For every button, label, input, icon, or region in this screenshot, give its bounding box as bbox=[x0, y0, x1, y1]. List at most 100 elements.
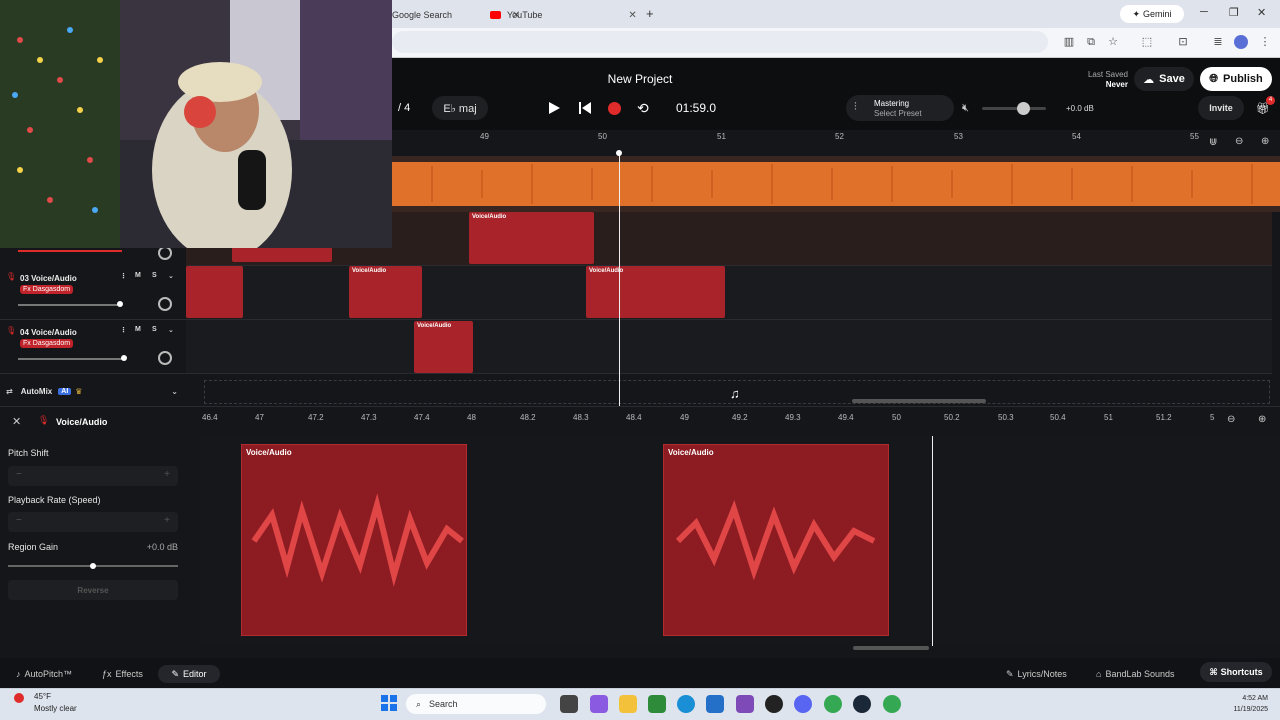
time-signature[interactable]: / 4 bbox=[398, 102, 410, 114]
pan-knob[interactable] bbox=[158, 297, 172, 311]
track-lane-orange[interactable] bbox=[392, 156, 1280, 212]
edge-icon[interactable] bbox=[677, 695, 695, 713]
tab-search-icon[interactable]: ⊡ bbox=[1176, 35, 1190, 49]
add-music-icon[interactable]: ♫ bbox=[730, 386, 740, 401]
play-button[interactable] bbox=[547, 101, 561, 120]
shortcuts-button[interactable]: ⌘ Shortcuts bbox=[1200, 662, 1272, 682]
menu-dots-icon[interactable]: ⋮ bbox=[1258, 35, 1272, 49]
volume-slider[interactable] bbox=[18, 358, 122, 360]
discord-icon[interactable] bbox=[794, 695, 812, 713]
publish-button[interactable]: 🌐︎ Publish bbox=[1200, 67, 1272, 91]
magnet-icon[interactable]: ⋓ bbox=[1209, 137, 1217, 148]
task-view-icon[interactable] bbox=[560, 695, 578, 713]
editor-audio-clip[interactable]: Voice/Audio bbox=[241, 444, 467, 636]
record-button[interactable] bbox=[608, 102, 621, 115]
volume-knob[interactable] bbox=[117, 301, 123, 307]
mute-button[interactable]: M bbox=[135, 326, 141, 333]
chrome-icon[interactable] bbox=[824, 695, 842, 713]
bandlab-sounds-button[interactable]: ⌂ BandLab Sounds bbox=[1096, 665, 1175, 683]
audio-clip[interactable]: Voice/Audio bbox=[414, 321, 473, 373]
minus-icon[interactable]: − bbox=[16, 469, 22, 480]
solitaire-icon[interactable] bbox=[648, 695, 666, 713]
minus-icon[interactable]: − bbox=[16, 515, 22, 526]
pan-knob[interactable] bbox=[158, 246, 172, 260]
region-gain-knob[interactable] bbox=[90, 563, 96, 569]
automix-row[interactable]: ⇄ AutoMix AI ♛ ⌄ bbox=[0, 380, 186, 402]
project-title[interactable]: New Project bbox=[560, 72, 720, 86]
volume-knob[interactable] bbox=[121, 355, 127, 361]
horizontal-scrollbar[interactable] bbox=[852, 399, 986, 403]
track-header-04[interactable]: 🎙︎ 04 Voice/Audio Fx Dasgasdom ⋮ M S ⌄ bbox=[0, 320, 186, 374]
playback-rate-stepper[interactable]: − + bbox=[8, 512, 178, 532]
volume-knob[interactable] bbox=[1017, 102, 1030, 115]
editor-scrollbar[interactable] bbox=[853, 646, 929, 650]
mastering-selector[interactable]: ⫶ Mastering Select Preset bbox=[846, 95, 954, 121]
bookmark-star-icon[interactable]: ☆ bbox=[1106, 35, 1120, 49]
skip-back-button[interactable] bbox=[578, 101, 592, 120]
chrome-icon[interactable] bbox=[883, 695, 901, 713]
extensions-icon[interactable]: ⬚ bbox=[1140, 35, 1154, 49]
editor-ruler[interactable] bbox=[188, 410, 1224, 426]
app-icon[interactable] bbox=[765, 695, 783, 713]
playhead-handle[interactable] bbox=[616, 150, 622, 156]
file-explorer-icon[interactable] bbox=[619, 695, 637, 713]
media-icon[interactable]: ≣ bbox=[1211, 35, 1225, 49]
editor-audio-clip[interactable]: Voice/Audio bbox=[663, 444, 889, 636]
pan-knob[interactable] bbox=[158, 351, 172, 365]
chevron-down-icon[interactable]: ⌄ bbox=[168, 326, 174, 334]
close-window-icon[interactable]: ✕ bbox=[1257, 6, 1266, 19]
save-button[interactable]: ☁ Save bbox=[1134, 67, 1194, 91]
autopitch-button[interactable]: ♪ AutoPitch™ bbox=[16, 665, 72, 683]
solo-button[interactable]: S bbox=[152, 326, 157, 333]
invite-button[interactable]: Invite bbox=[1198, 96, 1244, 120]
mute-speaker-icon[interactable]: 🔇︎ bbox=[962, 102, 969, 115]
lyrics-notes-button[interactable]: ✎ Lyrics/Notes bbox=[1006, 665, 1067, 683]
tab-youtube[interactable]: YouTube ✕ bbox=[490, 4, 637, 26]
chevron-down-icon[interactable]: ⌄ bbox=[168, 272, 174, 280]
editor-playhead[interactable] bbox=[932, 436, 933, 646]
windows-start-icon[interactable] bbox=[381, 695, 397, 711]
master-volume-slider[interactable] bbox=[982, 107, 1046, 110]
store-icon[interactable] bbox=[706, 695, 724, 713]
steam-icon[interactable] bbox=[853, 695, 871, 713]
audio-clip[interactable]: Voice/Audio bbox=[469, 212, 594, 264]
effects-button[interactable]: ƒx Effects bbox=[102, 665, 143, 683]
gemini-button[interactable]: ✦ Gemini bbox=[1120, 5, 1184, 23]
new-tab-icon[interactable]: + bbox=[646, 6, 654, 21]
editor-button[interactable]: ✎ Editor bbox=[158, 665, 220, 683]
more-icon[interactable]: ⋮ bbox=[120, 326, 127, 334]
more-icon[interactable]: ⋮ bbox=[120, 272, 127, 280]
fx-badge[interactable]: Fx Dasgasdom bbox=[20, 339, 74, 348]
minimize-icon[interactable]: ─ bbox=[1200, 6, 1208, 18]
fx-badge[interactable]: Fx Dasgasdom bbox=[20, 285, 74, 294]
address-bar[interactable] bbox=[392, 31, 1048, 53]
solo-button[interactable]: S bbox=[152, 272, 157, 279]
pitch-shift-stepper[interactable]: − + bbox=[8, 466, 178, 486]
audio-clip[interactable]: Voice/Audio bbox=[349, 266, 422, 318]
copilot-icon[interactable] bbox=[590, 695, 608, 713]
mute-button[interactable]: M bbox=[135, 272, 141, 279]
zoom-out-icon[interactable]: ⊖ bbox=[1227, 414, 1235, 425]
key-selector[interactable]: E♭ maj bbox=[432, 96, 488, 120]
track-header-03[interactable]: 🎙︎ 03 Voice/Audio Fx Dasgasdom ⋮ M S ⌄ bbox=[0, 266, 186, 320]
obs-icon[interactable] bbox=[736, 695, 754, 713]
close-icon[interactable]: ✕ bbox=[12, 415, 21, 428]
track-lane-4[interactable] bbox=[186, 320, 1272, 374]
reading-list-icon[interactable]: ▥ bbox=[1062, 35, 1076, 49]
cast-icon[interactable]: ⧉ bbox=[1084, 35, 1098, 49]
volume-slider[interactable] bbox=[18, 250, 122, 252]
reverse-button[interactable]: Reverse bbox=[8, 580, 178, 600]
restore-icon[interactable]: ❐ bbox=[1229, 6, 1239, 19]
taskbar-search[interactable]: ⌕ Search bbox=[406, 694, 546, 714]
volume-slider[interactable] bbox=[18, 304, 122, 306]
chevron-down-icon[interactable]: ⌄ bbox=[171, 387, 178, 396]
zoom-out-icon[interactable]: ⊖ bbox=[1235, 136, 1243, 147]
loop-icon[interactable]: ⟲ bbox=[637, 100, 649, 117]
plus-icon[interactable]: + bbox=[164, 469, 170, 480]
plus-icon[interactable]: + bbox=[164, 515, 170, 526]
profile-avatar[interactable] bbox=[1234, 35, 1248, 49]
zoom-in-icon[interactable]: ⊕ bbox=[1261, 136, 1269, 147]
playhead[interactable] bbox=[619, 152, 620, 406]
taskbar-clock[interactable]: 4:52 AM 11/19/2025 bbox=[1210, 693, 1268, 715]
audio-clip[interactable] bbox=[186, 266, 243, 318]
